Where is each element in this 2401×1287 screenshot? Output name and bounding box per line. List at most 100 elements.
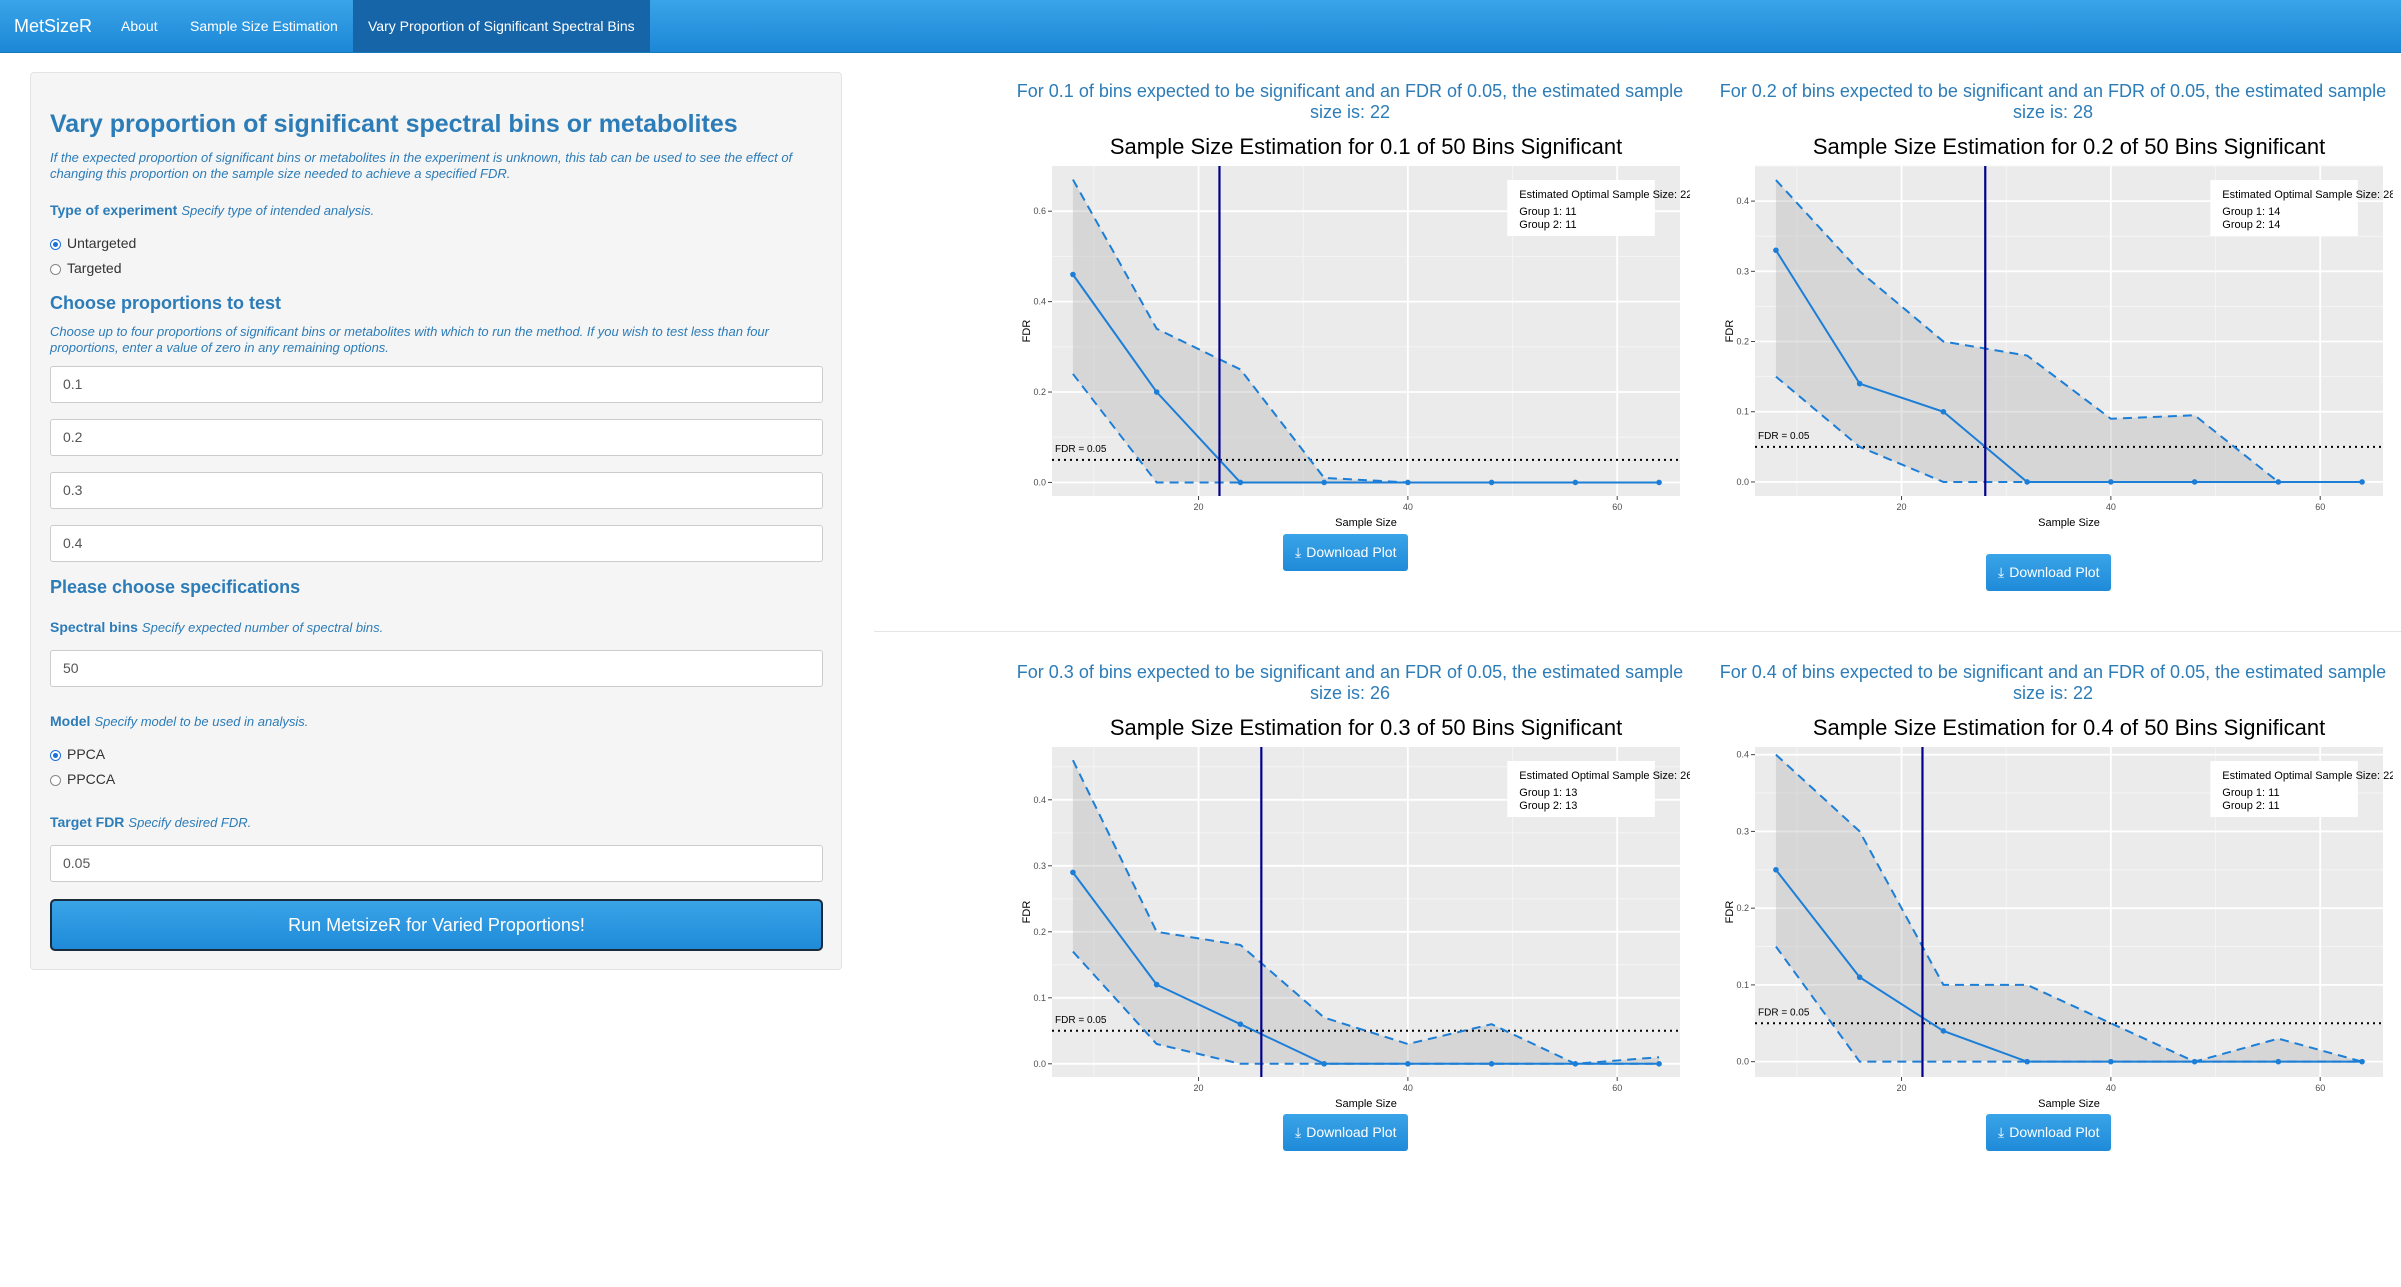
download-icon: ⤓ [1295, 1124, 1302, 1140]
x-tick-label: 40 [1403, 502, 1413, 512]
y-tick-label: 0.4 [1033, 297, 1046, 307]
y-axis-label: FDR [1021, 901, 1033, 924]
data-point [2275, 1058, 2282, 1065]
data-point [2191, 1058, 2198, 1065]
data-point [1572, 479, 1579, 486]
proportions-heading: Choose proportions to test [50, 293, 281, 313]
download-icon: ⤓ [1295, 544, 1302, 560]
x-tick-label: 20 [1897, 1083, 1907, 1093]
y-tick-label: 0.4 [1736, 196, 1749, 206]
target-fdr-input[interactable]: 0.05 [50, 845, 823, 882]
brand[interactable]: MetSizeR [14, 0, 92, 52]
y-tick-label: 0.0 [1736, 1057, 1749, 1067]
y-tick-label: 0.1 [1033, 993, 1046, 1003]
proportion-input-2[interactable]: 0.2 [50, 419, 823, 456]
x-axis-label: Sample Size [2038, 517, 2100, 529]
data-point [1773, 866, 1779, 873]
radio-ppca[interactable]: PPCA [50, 745, 105, 763]
proportions-help: Choose up to four proportions of signifi… [50, 324, 769, 355]
data-point [2024, 1058, 2030, 1065]
x-tick-label: 60 [2315, 1083, 2325, 1093]
y-tick-label: 0.1 [1736, 980, 1749, 990]
experiment-label: Type of experiment Specify type of intend… [50, 202, 375, 218]
fdr-target-label: FDR = 0.05 [1758, 1007, 1810, 1018]
data-point [1321, 479, 1327, 486]
result-text-4: For 0.4 of bins expected to be significa… [1719, 662, 2387, 703]
y-axis-label: FDR [1021, 320, 1033, 343]
data-point [1237, 1021, 1244, 1027]
data-point [1405, 1061, 1411, 1067]
data-point [1070, 271, 1076, 278]
radio-targeted[interactable]: Targeted [50, 259, 121, 277]
data-point [1856, 380, 1863, 387]
radio-ppcca[interactable]: PPCCA [50, 770, 115, 788]
experiment-help: Specify type of intended analysis. [181, 203, 375, 218]
download-icon: ⤓ [1998, 1124, 2005, 1140]
data-point [1940, 1028, 1947, 1034]
y-tick-label: 0.3 [1033, 861, 1046, 871]
radio-dot[interactable] [50, 750, 61, 761]
data-point [1237, 479, 1244, 486]
y-tick-label: 0.1 [1736, 407, 1749, 417]
data-point [2108, 479, 2114, 485]
proportion-input-1[interactable]: 0.1 [50, 366, 823, 403]
x-tick-label: 60 [2315, 502, 2325, 512]
proportion-input-3[interactable]: 0.3 [50, 472, 823, 509]
fdr-plot-2: Sample Size Estimation for 0.2 of 50 Bin… [1724, 134, 2393, 529]
y-tick-label: 0.3 [1736, 266, 1749, 276]
y-axis-label: FDR [1724, 901, 1736, 924]
tab-vary-proportion[interactable]: Vary Proportion of Significant Spectral … [353, 0, 650, 52]
radio-untargeted[interactable]: Untargeted [50, 234, 136, 252]
navbar: MetSizeR About Sample Size Estimation Va… [0, 0, 2401, 53]
data-point [1940, 408, 1947, 415]
legend-group-2: Group 2: 14 [2222, 219, 2280, 231]
radio-dot[interactable] [50, 239, 61, 250]
data-point [1656, 479, 1662, 486]
data-point [2191, 479, 2198, 485]
tab-about[interactable]: About [106, 0, 173, 52]
radio-dot[interactable] [50, 775, 61, 786]
legend-group-2: Group 2: 13 [1519, 800, 1577, 812]
fdr-plot-3: Sample Size Estimation for 0.3 of 50 Bin… [1021, 715, 1690, 1110]
spec-heading: Please choose specifications [50, 577, 301, 597]
x-axis-label: Sample Size [1335, 1098, 1397, 1110]
y-axis-label: FDR [1724, 320, 1736, 343]
x-tick-label: 20 [1897, 502, 1907, 512]
data-point [2108, 1058, 2114, 1065]
fdr-label: Target FDR Specify desired FDR. [50, 814, 252, 830]
data-point [2275, 479, 2282, 485]
legend-group-1: Group 1: 13 [1519, 787, 1577, 799]
x-tick-label: 20 [1194, 1083, 1204, 1093]
proportion-input-4[interactable]: 0.4 [50, 525, 823, 562]
y-tick-label: 0.0 [1736, 477, 1749, 487]
sidebar-title: Vary proportion of significant spectral … [50, 110, 738, 138]
sidebar-description: If the expected proportion of significan… [50, 150, 793, 181]
download-plot-button-4[interactable]: ⤓ Download Plot [1986, 1114, 2112, 1151]
y-tick-label: 0.0 [1033, 1059, 1046, 1069]
model-help: Specify model to be used in analysis. [94, 714, 309, 729]
data-point [1153, 389, 1160, 395]
result-text-2: For 0.2 of bins expected to be significa… [1719, 81, 2387, 122]
run-button[interactable]: Run MetsizeR for Varied Proportions! [50, 899, 823, 951]
download-plot-button-2[interactable]: ⤓ Download Plot [1986, 554, 2112, 591]
y-tick-label: 0.0 [1033, 477, 1046, 487]
fdr-help: Specify desired FDR. [128, 815, 252, 830]
legend-optimal-size: Estimated Optimal Sample Size: 22 [2222, 770, 2393, 782]
radio-dot[interactable] [50, 264, 61, 275]
x-tick-label: 60 [1612, 1083, 1622, 1093]
x-tick-label: 40 [1403, 1083, 1413, 1093]
download-plot-button-3[interactable]: ⤓ Download Plot [1283, 1114, 1409, 1151]
fdr-target-label: FDR = 0.05 [1758, 431, 1810, 442]
chart-title: Sample Size Estimation for 0.4 of 50 Bin… [1813, 715, 2325, 740]
download-plot-button-1[interactable]: ⤓ Download Plot [1283, 534, 1409, 571]
download-icon: ⤓ [1998, 564, 2005, 580]
tab-sample-size-estimation[interactable]: Sample Size Estimation [175, 0, 353, 52]
result-text-3: For 0.3 of bins expected to be significa… [1016, 662, 1684, 703]
y-tick-label: 0.3 [1736, 826, 1749, 836]
fdr-target-label: FDR = 0.05 [1055, 444, 1107, 455]
y-tick-label: 0.2 [1736, 903, 1749, 913]
legend-group-2: Group 2: 11 [2222, 800, 2279, 812]
data-point [2024, 479, 2030, 485]
y-tick-label: 0.2 [1033, 387, 1046, 397]
spectral-bins-input[interactable]: 50 [50, 650, 823, 687]
